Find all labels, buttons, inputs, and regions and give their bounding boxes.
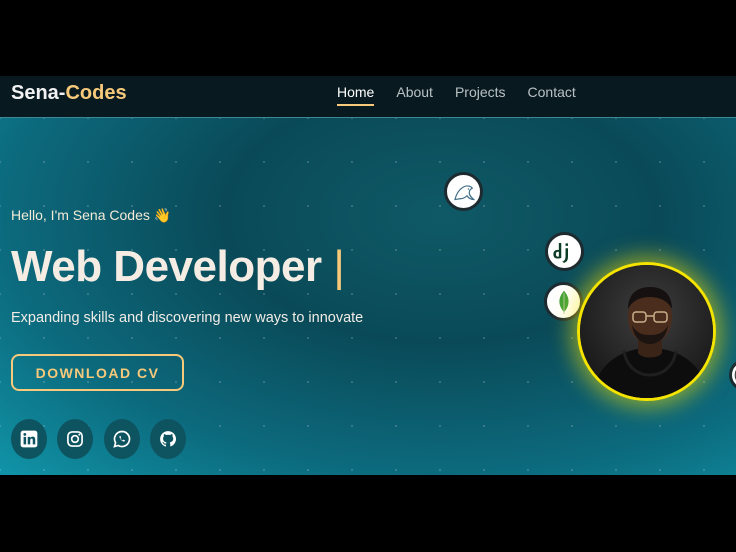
linkedin-icon (20, 430, 38, 448)
nav-link-about[interactable]: About (396, 84, 433, 106)
headline-text: Web Developer (11, 242, 322, 291)
whatsapp-icon (113, 430, 131, 448)
top-navbar: Sena-Codes Home About Projects Contact (0, 76, 736, 118)
nav-links: Home About Projects Contact (337, 84, 576, 106)
hero-tagline: Expanding skills and discovering new way… (11, 310, 364, 326)
typing-cursor: | (333, 242, 345, 291)
hero-greeting: Hello, I'm Sena Codes 👋 (11, 207, 172, 223)
profile-photo (580, 265, 713, 398)
mysql-icon (453, 184, 475, 200)
whatsapp-link[interactable] (104, 419, 140, 459)
nav-link-projects[interactable]: Projects (455, 84, 506, 106)
nav-link-home[interactable]: Home (337, 84, 375, 106)
logo-accent-text: Codes (65, 82, 127, 104)
browser-viewport: Sena-Codes Home About Projects Contact H… (0, 76, 736, 475)
django-badge (545, 232, 584, 271)
django-icon (552, 242, 568, 263)
site-logo[interactable]: Sena-Codes (11, 82, 127, 105)
github-icon (160, 431, 176, 447)
instagram-icon (67, 431, 83, 447)
github-link[interactable] (150, 419, 186, 459)
linkedin-link[interactable] (11, 419, 47, 459)
logo-main-text: Sena- (11, 82, 66, 104)
mongodb-badge (544, 282, 583, 321)
download-cv-button[interactable]: DOWNLOAD CV (11, 354, 184, 391)
mysql-badge (444, 172, 483, 211)
profile-avatar (577, 262, 716, 401)
mongodb-icon (558, 290, 569, 314)
wordpress-icon (734, 369, 736, 381)
nav-link-contact[interactable]: Contact (528, 84, 576, 106)
hero-headline: Web Developer | (11, 242, 345, 292)
instagram-link[interactable] (57, 419, 93, 459)
